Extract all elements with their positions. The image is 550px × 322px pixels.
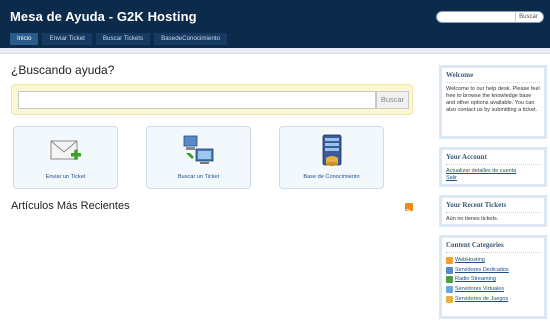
tab-enviar-ticket[interactable]: Enviar Ticket xyxy=(42,33,92,45)
categories-title: Content Categories xyxy=(446,241,540,253)
recent-articles-heading: Artículos Más Recientes xyxy=(11,200,130,212)
site-header: Mesa de Ayuda - G2K Hosting Buscar Inici… xyxy=(0,0,550,48)
site-title: Mesa de Ayuda - G2K Hosting xyxy=(10,9,197,24)
knowledge-base-card[interactable]: Base de Conocimiento xyxy=(279,126,384,189)
search-ticket-label: Buscar un Ticket xyxy=(177,174,220,180)
rss-icon[interactable] xyxy=(405,203,413,215)
envelope-add-icon xyxy=(49,133,83,169)
main-search-input[interactable] xyxy=(18,91,376,109)
main-search-button[interactable]: Buscar xyxy=(376,91,409,109)
virtual-server-icon xyxy=(446,286,453,294)
header-search: Buscar xyxy=(436,11,544,23)
server-icon xyxy=(446,266,453,274)
welcome-text: Welcome to our help desk. Please feel fr… xyxy=(446,86,540,113)
category-label[interactable]: Servidores Virtuales xyxy=(455,286,504,293)
welcome-title: Welcome xyxy=(446,71,540,83)
knowledge-base-label: Base de Conocimiento xyxy=(303,174,360,180)
welcome-box: Welcome Welcome to our help desk. Please… xyxy=(439,65,547,139)
submit-ticket-card[interactable]: Enviar un Ticket xyxy=(13,126,118,189)
category-label[interactable]: Servidores Dedicados xyxy=(455,267,509,274)
folder-icon xyxy=(446,257,453,265)
submit-ticket-label: Enviar un Ticket xyxy=(45,174,86,180)
tab-inicio[interactable]: Inicio xyxy=(10,33,39,45)
category-label[interactable]: Servidores de Juegos xyxy=(455,296,508,303)
no-tickets-text: Aún no tienes tickets. xyxy=(446,216,499,222)
account-title: Your Account xyxy=(446,153,540,165)
tab-buscar-tickets[interactable]: Buscar Tickets xyxy=(95,33,151,45)
category-item-servidores-dedicados[interactable]: Servidores Dedicados xyxy=(446,266,540,276)
logout-link[interactable]: Salir xyxy=(446,175,540,182)
category-label[interactable]: WebHosting xyxy=(455,257,485,264)
gamepad-icon xyxy=(446,295,453,303)
tab-base-conocimiento[interactable]: BasedeConocimiento xyxy=(154,33,227,45)
header-search-button[interactable]: Buscar xyxy=(515,12,541,22)
category-item-servidores-juegos[interactable]: Servidores de Juegos xyxy=(446,294,540,304)
radio-icon xyxy=(446,276,453,284)
categories-box: Content Categories WebHosting Servidores… xyxy=(439,235,547,319)
search-panel: Buscar xyxy=(11,84,413,115)
recent-tickets-title: Your Recent Tickets xyxy=(446,201,540,213)
main-nav: Inicio Enviar Ticket Buscar Tickets Base… xyxy=(10,33,227,45)
header-subbar xyxy=(0,48,550,54)
search-ticket-card[interactable]: Buscar un Ticket xyxy=(146,126,251,189)
category-item-webhosting[interactable]: WebHosting xyxy=(446,256,540,266)
category-label[interactable]: Radio Streaming xyxy=(455,276,496,283)
account-box: Your Account Actualizar detalles de cuen… xyxy=(439,147,547,187)
server-database-icon xyxy=(315,133,349,169)
header-search-input[interactable] xyxy=(441,12,515,22)
category-item-radio-streaming[interactable]: Radio Streaming xyxy=(446,275,540,285)
recent-tickets-box: Your Recent Tickets Aún no tienes ticket… xyxy=(439,195,547,227)
computer-network-icon xyxy=(182,133,216,169)
search-heading: ¿Buscando ayuda? xyxy=(11,63,115,77)
update-account-link[interactable]: Actualizar detalles de cuenta xyxy=(446,168,540,175)
category-item-servidores-virtuales[interactable]: Servidores Virtuales xyxy=(446,285,540,295)
